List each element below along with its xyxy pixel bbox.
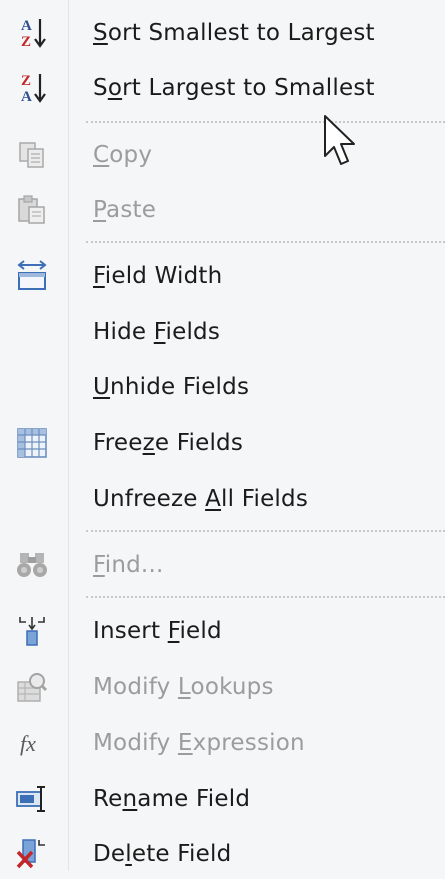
menu-item-modify-expression[interactable]: fx Modify Expression (0, 718, 445, 768)
menu-item-sort-descending[interactable]: Z A Sort Largest to Smallest (0, 63, 445, 113)
menu-item-hide-fields[interactable]: Hide Fields (0, 307, 445, 357)
sort-asc-glyph-bottom: Z (21, 34, 31, 50)
delete-field-icon (14, 838, 50, 870)
insert-field-icon (14, 615, 50, 647)
menu-item-label: Field Width (93, 263, 223, 289)
menu-item-label: Freeze Fields (93, 430, 244, 456)
menu-item-delete-field[interactable]: Delete Field (0, 829, 445, 879)
menu-item-find[interactable]: Find... (0, 540, 445, 590)
menu-item-label: Unfreeze All Fields (93, 486, 309, 512)
menu-item-label: Modify Lookups (93, 674, 274, 700)
binoculars-icon (14, 549, 50, 581)
context-menu: A Z Sort Smallest to Largest Z A Sort La… (0, 0, 445, 871)
field-width-icon (14, 260, 50, 292)
function-icon: fx (14, 727, 50, 759)
copy-icon (14, 139, 50, 171)
sort-desc-glyph-top: Z (21, 73, 31, 89)
fx-glyph: fx (20, 731, 36, 756)
menu-item-label: Unhide Fields (93, 374, 250, 400)
menu-separator (86, 530, 445, 532)
menu-item-rename-field[interactable]: Rename Field (0, 774, 445, 824)
lookup-icon (14, 671, 50, 703)
menu-item-copy[interactable]: Copy (0, 130, 445, 180)
menu-item-label: Sort Smallest to Largest (93, 20, 375, 46)
menu-item-unhide-fields[interactable]: Unhide Fields (0, 362, 445, 412)
menu-item-modify-lookups[interactable]: Modify Lookups (0, 662, 445, 712)
menu-item-insert-field[interactable]: Insert Field (0, 606, 445, 656)
menu-item-label: Hide Fields (93, 319, 221, 345)
menu-item-sort-ascending[interactable]: A Z Sort Smallest to Largest (0, 8, 445, 58)
sort-desc-glyph-bottom: A (21, 89, 32, 105)
menu-item-label: Paste (93, 197, 157, 223)
menu-item-field-width[interactable]: Field Width (0, 251, 445, 301)
menu-item-freeze-fields[interactable]: Freeze Fields (0, 418, 445, 468)
menu-item-label: Rename Field (93, 786, 251, 812)
paste-icon (14, 194, 50, 226)
menu-item-label: Insert Field (93, 618, 222, 644)
sort-descending-icon: Z A (14, 72, 50, 105)
menu-separator (86, 596, 445, 598)
menu-separator (86, 241, 445, 243)
menu-item-label: Copy (93, 142, 153, 168)
menu-item-paste[interactable]: Paste (0, 185, 445, 235)
menu-item-label: Modify Expression (93, 730, 305, 756)
sort-asc-glyph-top: A (21, 18, 32, 34)
freeze-grid-icon (14, 427, 50, 459)
rename-icon (14, 783, 50, 815)
menu-item-unfreeze-all-fields[interactable]: Unfreeze All Fields (0, 474, 445, 524)
menu-item-label: Find... (93, 552, 164, 578)
menu-separator (86, 121, 445, 123)
mouse-pointer-icon (324, 115, 355, 165)
menu-item-label: Delete Field (93, 841, 232, 867)
sort-ascending-icon: A Z (14, 17, 50, 50)
menu-item-label: Sort Largest to Smallest (93, 75, 375, 101)
